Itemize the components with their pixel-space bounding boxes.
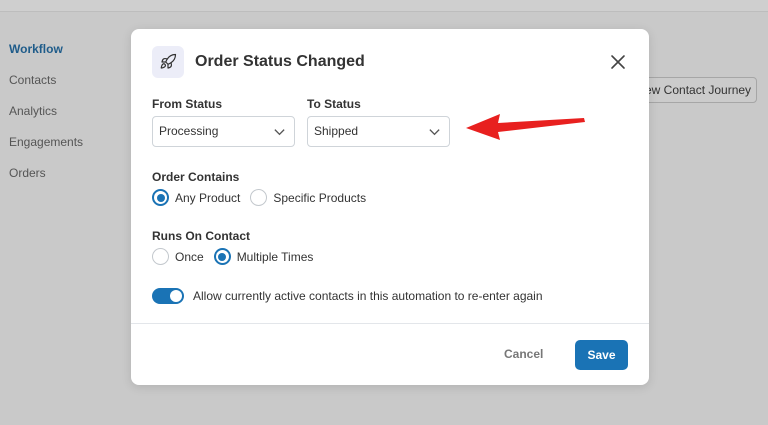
sidebar-item-engagements[interactable]: Engagements: [9, 134, 83, 165]
chevron-down-icon: [274, 129, 285, 136]
reenter-toggle[interactable]: [152, 288, 184, 304]
chevron-down-icon: [429, 129, 440, 136]
cancel-button[interactable]: Cancel: [504, 347, 543, 361]
sidebar-item-analytics[interactable]: Analytics: [9, 103, 83, 134]
runs-on-contact-radio-group: Once Multiple Times: [152, 248, 323, 265]
multiple-times-radio[interactable]: [213, 248, 231, 265]
once-label: Once: [175, 249, 204, 264]
rocket-icon: [152, 46, 184, 78]
modal-title: Order Status Changed: [195, 53, 365, 70]
once-option[interactable]: Once: [152, 248, 204, 265]
specific-products-label: Specific Products: [273, 190, 367, 205]
to-status-label: To Status: [307, 97, 361, 111]
sidebar-item-orders[interactable]: Orders: [9, 165, 83, 196]
specific-products-radio[interactable]: [250, 189, 268, 206]
any-product-option[interactable]: Any Product: [152, 189, 240, 206]
from-status-select[interactable]: Processing: [152, 116, 295, 147]
any-product-label: Any Product: [175, 190, 241, 205]
view-contact-journey-button[interactable]: ew Contact Journey: [630, 77, 757, 103]
to-status-value: Shipped: [314, 124, 359, 138]
to-status-select[interactable]: Shipped: [307, 116, 450, 147]
order-contains-label: Order Contains: [152, 170, 240, 184]
top-bar: [0, 0, 768, 12]
sidebar-item-contacts[interactable]: Contacts: [9, 72, 83, 103]
save-button[interactable]: Save: [575, 340, 628, 370]
order-status-modal: Order Status Changed From Status Process…: [131, 29, 649, 385]
multiple-times-label: Multiple Times: [236, 249, 314, 264]
specific-products-option[interactable]: Specific Products: [250, 189, 366, 206]
reenter-toggle-label: Allow currently active contacts in this …: [193, 289, 543, 303]
order-contains-radio-group: Any Product Specific Products: [152, 189, 376, 206]
sidebar: Workflow Contacts Analytics Engagements …: [9, 41, 83, 196]
from-status-label: From Status: [152, 97, 223, 111]
close-icon[interactable]: [608, 52, 628, 72]
runs-on-contact-label: Runs On Contact: [152, 229, 250, 243]
modal-footer-divider: [131, 323, 649, 324]
from-status-value: Processing: [159, 124, 219, 138]
any-product-radio[interactable]: [152, 189, 169, 206]
multiple-times-option[interactable]: Multiple Times: [213, 248, 314, 265]
annotation-arrow: [466, 114, 585, 140]
sidebar-item-workflow[interactable]: Workflow: [9, 41, 83, 72]
once-radio[interactable]: [152, 248, 169, 265]
